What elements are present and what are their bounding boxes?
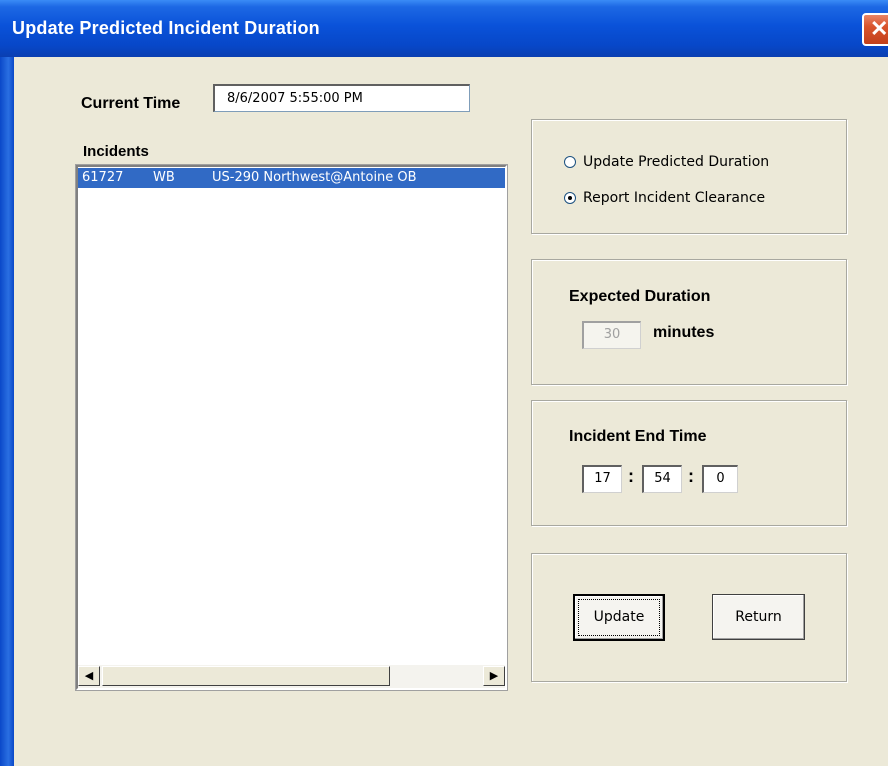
minutes-label: minutes	[653, 324, 715, 341]
scroll-left-icon: ◀	[84, 669, 94, 682]
incident-row-selected[interactable]: 61727 WB US-290 Northwest@Antoine OB	[78, 168, 505, 188]
incident-location: US-290 Northwest@Antoine OB	[212, 170, 417, 185]
scroll-right-button[interactable]: ▶	[483, 666, 505, 686]
incident-id: 61727	[82, 170, 124, 185]
mode-group: Update Predicted Duration Report Inciden…	[531, 119, 847, 234]
radio-checked-icon	[564, 192, 576, 204]
return-button[interactable]: Return	[712, 594, 805, 640]
title-bar[interactable]: Update Predicted Incident Duration ✕	[0, 0, 888, 57]
dialog-window: Update Predicted Incident Duration ✕ Cur…	[0, 0, 888, 766]
time-separator: :	[688, 466, 694, 486]
incident-direction: WB	[153, 170, 175, 185]
current-time-label: Current Time	[81, 95, 181, 112]
update-button-label: Update	[593, 609, 645, 625]
window-left-border	[0, 57, 14, 766]
window-bottom-area	[14, 737, 888, 766]
radio-unchecked-icon	[564, 156, 576, 168]
expected-duration-field[interactable]: 30	[582, 321, 641, 349]
incident-end-time-group: Incident End Time 17 : 54 : 0	[531, 400, 847, 526]
horizontal-scrollbar[interactable]: ◀ ▶	[78, 665, 505, 688]
scroll-left-button[interactable]: ◀	[78, 666, 100, 686]
window-title: Update Predicted Incident Duration	[12, 18, 320, 38]
end-hour-field[interactable]: 17	[582, 465, 622, 493]
update-button[interactable]: Update	[573, 594, 665, 641]
expected-duration-label: Expected Duration	[569, 288, 711, 305]
incidents-label: Incidents	[83, 143, 149, 160]
scroll-right-icon: ▶	[489, 669, 499, 682]
end-second-field[interactable]: 0	[702, 465, 738, 493]
actions-group: Update Return	[531, 553, 847, 682]
scrollbar-thumb[interactable]	[102, 666, 390, 686]
incidents-listbox[interactable]: 61727 WB US-290 Northwest@Antoine OB ◀ ▶	[75, 164, 508, 691]
current-time-field[interactable]: 8/6/2007 5:55:00 PM	[213, 84, 470, 112]
expected-duration-group: Expected Duration 30 minutes	[531, 259, 847, 385]
radio-label: Report Incident Clearance	[583, 190, 766, 206]
return-button-label: Return	[735, 609, 782, 625]
radio-label: Update Predicted Duration	[583, 154, 770, 170]
end-minute-field[interactable]: 54	[642, 465, 682, 493]
time-separator: :	[628, 466, 634, 486]
close-icon: ✕	[870, 16, 888, 41]
close-button[interactable]: ✕	[862, 13, 888, 46]
incident-end-time-label: Incident End Time	[569, 428, 707, 445]
